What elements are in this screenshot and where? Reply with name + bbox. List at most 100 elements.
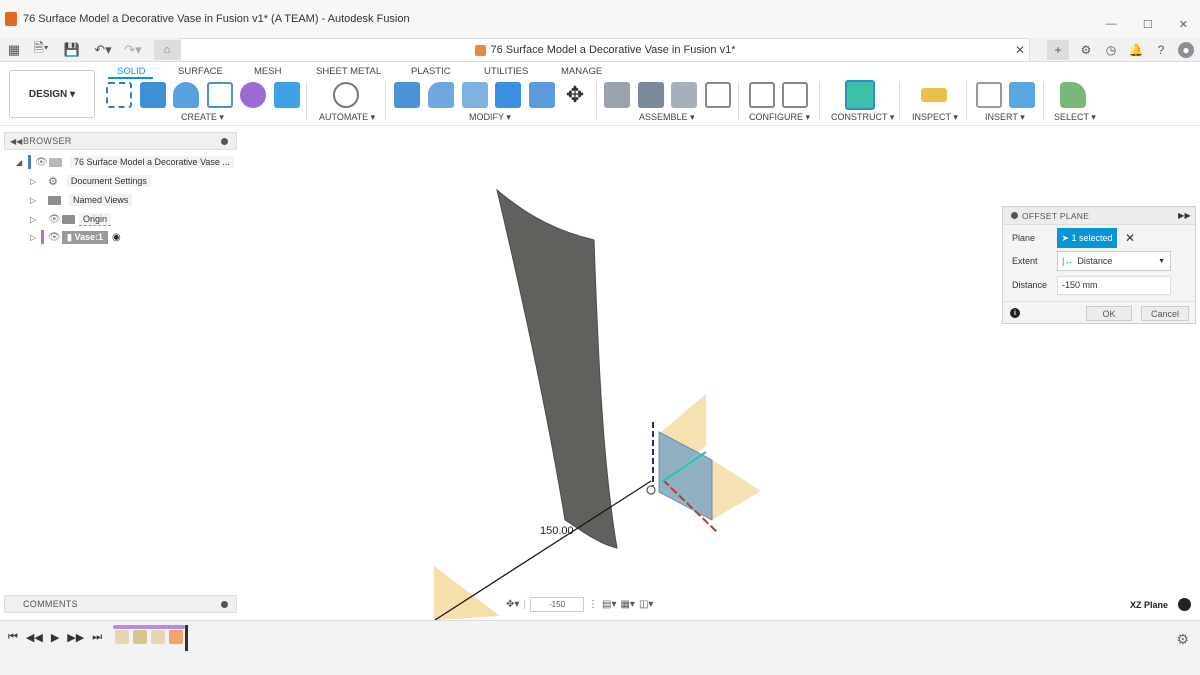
group-insert[interactable]: INSERT ▾ bbox=[985, 112, 1025, 123]
file-menu-icon[interactable]: 🗎▾ bbox=[30, 40, 52, 59]
apps-grid-icon[interactable]: ▦ bbox=[6, 41, 22, 59]
expand-triangle-icon[interactable]: ▷ bbox=[30, 215, 40, 224]
tab-plastic[interactable]: PLASTIC bbox=[411, 66, 451, 77]
close-document-icon[interactable]: ✕ bbox=[1015, 43, 1025, 57]
timeline-marker[interactable] bbox=[185, 625, 188, 651]
timeline-surface-icon[interactable] bbox=[169, 630, 183, 644]
orbit-icon[interactable]: ✥▾ bbox=[506, 599, 519, 610]
extensions-icon[interactable]: ⚙ bbox=[1078, 42, 1094, 58]
distance-dimension-label[interactable]: 150.00 bbox=[540, 525, 574, 537]
clear-selection-icon[interactable]: ✕ bbox=[1125, 231, 1135, 245]
browser-panel-header[interactable]: ◀◀ BROWSER bbox=[4, 132, 237, 150]
job-status-icon[interactable]: ◷ bbox=[1103, 42, 1119, 58]
go-to-start-icon[interactable]: ⏮ bbox=[8, 631, 18, 644]
group-automate[interactable]: AUTOMATE ▾ bbox=[319, 112, 375, 123]
configure-icon[interactable] bbox=[749, 82, 775, 108]
visibility-eye-icon[interactable]: 👁 bbox=[48, 214, 62, 225]
move-copy-icon[interactable]: ✥ bbox=[562, 82, 588, 108]
expand-triangle-icon[interactable]: ▷ bbox=[30, 233, 40, 242]
notifications-icon[interactable]: 🔔 bbox=[1128, 42, 1144, 58]
select-icon[interactable] bbox=[1060, 82, 1086, 108]
undo-icon[interactable]: ↶▾ bbox=[92, 41, 114, 59]
group-configure[interactable]: CONFIGURE ▾ bbox=[749, 112, 810, 123]
group-inspect[interactable]: INSPECT ▾ bbox=[912, 112, 958, 123]
expand-triangle-icon[interactable]: ▷ bbox=[30, 196, 40, 205]
activate-component-icon[interactable]: ◉ bbox=[112, 232, 121, 243]
visibility-eye-icon[interactable]: 👁 bbox=[48, 232, 62, 243]
step-back-icon[interactable]: ◀◀ bbox=[26, 631, 43, 644]
minimize-button[interactable]: — bbox=[1106, 18, 1117, 31]
group-create[interactable]: CREATE ▾ bbox=[181, 112, 224, 123]
offset-face-icon[interactable] bbox=[529, 82, 555, 108]
document-tab[interactable]: 76 Surface Model a Decorative Vase in Fu… bbox=[180, 38, 1030, 62]
insert-canvas-icon[interactable] bbox=[1009, 82, 1035, 108]
browser-item-named-views[interactable]: ▷ Named Views bbox=[30, 192, 133, 208]
group-modify[interactable]: MODIFY ▾ bbox=[469, 112, 511, 123]
redo-icon[interactable]: ↷▾ bbox=[122, 41, 144, 59]
plane-selection-button[interactable]: ➤ 1 selected bbox=[1057, 228, 1117, 248]
collapse-browser-icon[interactable]: ◀◀ bbox=[10, 137, 22, 146]
expand-dialog-icon[interactable]: ▶▶ bbox=[1178, 211, 1191, 220]
press-pull-icon[interactable] bbox=[394, 82, 420, 108]
help-icon[interactable]: ? bbox=[1153, 42, 1169, 58]
tab-manage[interactable]: MANAGE bbox=[561, 66, 602, 77]
tab-solid[interactable]: SOLID bbox=[117, 66, 146, 77]
origin-point[interactable] bbox=[646, 485, 656, 495]
browser-item-vase[interactable]: ▷ 👁 ▮ Vase:1 ◉ bbox=[30, 229, 121, 245]
play-icon[interactable]: ▶ bbox=[51, 631, 59, 644]
group-select[interactable]: SELECT ▾ bbox=[1054, 112, 1096, 123]
fillet-icon[interactable] bbox=[428, 82, 454, 108]
offset-plane-preview[interactable] bbox=[434, 566, 500, 620]
save-icon[interactable]: 💾 bbox=[64, 41, 80, 59]
insert-derive-icon[interactable] bbox=[976, 82, 1002, 108]
visibility-eye-icon[interactable]: 👁 bbox=[35, 157, 49, 168]
create-sketch-icon[interactable] bbox=[106, 82, 132, 108]
display-settings-icon[interactable]: ▤▾ bbox=[602, 599, 616, 610]
info-icon[interactable]: i bbox=[1010, 308, 1020, 318]
group-construct[interactable]: CONSTRUCT ▾ bbox=[831, 112, 894, 123]
timeline-sketch-icon[interactable] bbox=[115, 630, 129, 644]
chamfer-icon[interactable] bbox=[462, 82, 488, 108]
comments-pin-icon[interactable] bbox=[221, 600, 228, 608]
expand-triangle-icon[interactable]: ◢ bbox=[16, 158, 26, 167]
extrude-icon[interactable] bbox=[140, 82, 166, 108]
go-to-end-icon[interactable]: ⏭ bbox=[92, 631, 102, 644]
group-assemble[interactable]: ASSEMBLE ▾ bbox=[639, 112, 695, 123]
maximize-button[interactable]: ☐ bbox=[1143, 18, 1153, 31]
grid-settings-icon[interactable]: ▦▾ bbox=[620, 599, 634, 610]
sweep-icon[interactable] bbox=[207, 82, 233, 108]
bill-of-materials-icon[interactable] bbox=[705, 82, 731, 108]
comments-panel-header[interactable]: COMMENTS bbox=[4, 595, 237, 613]
home-button[interactable]: ⌂ bbox=[154, 40, 180, 60]
measure-icon[interactable] bbox=[921, 88, 947, 102]
timeline-sketch-icon[interactable] bbox=[133, 630, 147, 644]
tab-mesh[interactable]: MESH bbox=[254, 66, 281, 77]
construct-plane-icon[interactable] bbox=[845, 80, 875, 110]
automate-icon[interactable] bbox=[333, 82, 359, 108]
new-component-icon[interactable] bbox=[604, 82, 630, 108]
extent-dropdown[interactable]: |↔ Distance ▼ bbox=[1057, 251, 1171, 271]
form-icon[interactable] bbox=[240, 82, 266, 108]
more-options-icon[interactable]: ⋮ bbox=[588, 599, 598, 610]
viewports-icon[interactable]: ◫▾ bbox=[639, 599, 653, 610]
browser-item-origin[interactable]: ▷ 👁 Origin bbox=[30, 211, 112, 227]
browser-pin-icon[interactable] bbox=[221, 137, 228, 145]
configuration-table-icon[interactable] bbox=[782, 82, 808, 108]
browser-item-document-settings[interactable]: ▷ ⚙ Document Settings bbox=[30, 173, 151, 189]
canvas-viewport[interactable]: Z bbox=[0, 126, 1200, 620]
ok-button[interactable]: OK bbox=[1086, 306, 1132, 321]
joint-icon[interactable] bbox=[638, 82, 664, 108]
tab-sheet-metal[interactable]: SHEET METAL bbox=[316, 66, 381, 77]
timeline-sketch-icon[interactable] bbox=[151, 630, 165, 644]
combine-icon[interactable] bbox=[495, 82, 521, 108]
tab-utilities[interactable]: UTILITIES bbox=[484, 66, 528, 77]
expand-triangle-icon[interactable]: ▷ bbox=[30, 177, 40, 186]
user-avatar-icon[interactable]: ● bbox=[1178, 42, 1194, 58]
revolve-icon[interactable] bbox=[173, 82, 199, 108]
timeline-settings-gear-icon[interactable]: ⚙ bbox=[1176, 631, 1189, 648]
cancel-button[interactable]: Cancel bbox=[1141, 306, 1189, 321]
box-icon[interactable] bbox=[274, 82, 300, 108]
offset-value-input[interactable]: -150 bbox=[530, 596, 585, 612]
distance-input[interactable]: -150 mm bbox=[1057, 275, 1171, 295]
tab-surface[interactable]: SURFACE bbox=[178, 66, 223, 77]
